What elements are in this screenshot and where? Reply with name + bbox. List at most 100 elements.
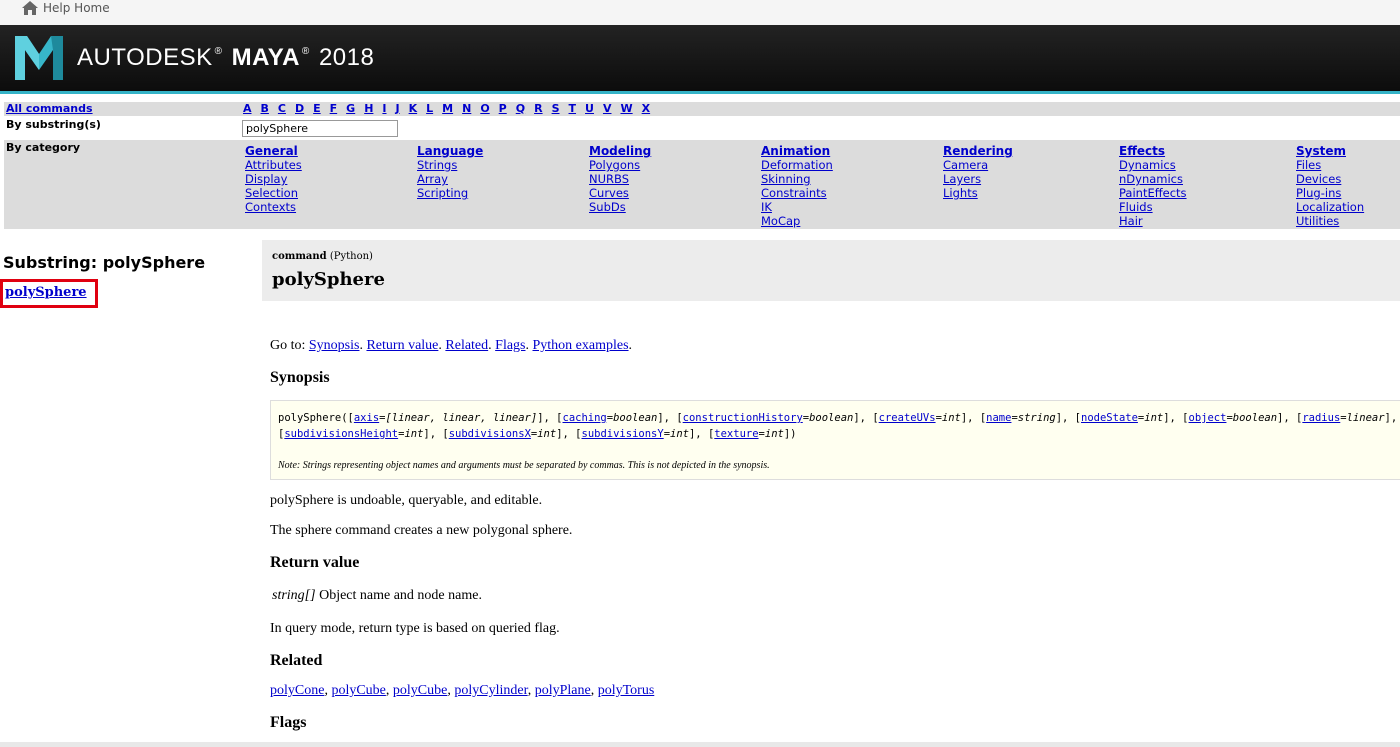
category-link-polygons[interactable]: Polygons xyxy=(589,158,651,172)
flag-link-subdivisionsheight[interactable]: subdivisionsHeight xyxy=(284,428,398,440)
return-value-heading: Return value xyxy=(270,554,360,571)
category-link-strings[interactable]: Strings xyxy=(417,158,483,172)
letter-link-n[interactable]: N xyxy=(462,102,471,115)
goto-link-return-value[interactable]: Return value xyxy=(366,338,438,353)
category-link-painteffects[interactable]: PaintEffects xyxy=(1119,186,1187,200)
flag-link-name[interactable]: name xyxy=(986,412,1011,424)
category-link-array[interactable]: Array xyxy=(417,172,483,186)
query-mode-text: In query mode, return type is based on q… xyxy=(270,621,560,636)
category-link-camera[interactable]: Camera xyxy=(943,158,1013,172)
goto-link-flags[interactable]: Flags xyxy=(495,338,525,353)
letter-link-p[interactable]: P xyxy=(499,102,507,115)
goto-link-synopsis[interactable]: Synopsis xyxy=(309,338,360,353)
flag-type: linear xyxy=(1346,412,1385,424)
flag-type: boolean xyxy=(613,412,658,424)
letter-link-c[interactable]: C xyxy=(278,102,286,115)
letter-link-l[interactable]: L xyxy=(426,102,433,115)
flag-link-object[interactable]: object xyxy=(1189,412,1227,424)
category-link-curves[interactable]: Curves xyxy=(589,186,651,200)
flag-link-axis[interactable]: axis xyxy=(354,412,379,424)
category-head-general[interactable]: General xyxy=(245,144,302,158)
category-link-attributes[interactable]: Attributes xyxy=(245,158,302,172)
home-icon xyxy=(22,1,38,15)
flag-link-nodestate[interactable]: nodeState xyxy=(1081,412,1138,424)
category-link-deformation[interactable]: Deformation xyxy=(761,158,833,172)
related-link-polytorus[interactable]: polyTorus xyxy=(598,683,655,698)
related-link-polycube[interactable]: polyCube xyxy=(393,683,447,698)
category-link-scripting[interactable]: Scripting xyxy=(417,186,483,200)
all-commands-link[interactable]: All commands xyxy=(6,102,93,115)
category-column-animation: Animation Deformation Skinning Constraints I… xyxy=(761,144,833,228)
flag-link-radius[interactable]: radius xyxy=(1302,412,1340,424)
letter-link-m[interactable]: M xyxy=(442,102,453,115)
letter-link-r[interactable]: R xyxy=(534,102,542,115)
category-head-modeling[interactable]: Modeling xyxy=(589,144,651,158)
category-link-dynamics[interactable]: Dynamics xyxy=(1119,158,1187,172)
category-link-localization[interactable]: Localization xyxy=(1296,200,1364,214)
letter-link-a[interactable]: A xyxy=(243,102,252,115)
category-link-contexts[interactable]: Contexts xyxy=(245,200,302,214)
letter-link-j[interactable]: J xyxy=(396,102,400,115)
brand-prefix: AUTODESK xyxy=(77,44,213,71)
category-link-files[interactable]: Files xyxy=(1296,158,1364,172)
registered-mark: ® xyxy=(214,46,223,57)
category-link-ik[interactable]: IK xyxy=(761,200,833,214)
letter-link-g[interactable]: G xyxy=(346,102,355,115)
brand-product: MAYA xyxy=(231,44,300,71)
category-link-nurbs[interactable]: NURBS xyxy=(589,172,651,186)
flag-link-caching[interactable]: caching xyxy=(563,412,607,424)
flag-link-subdivisionsx[interactable]: subdivisionsX xyxy=(449,428,531,440)
letter-link-o[interactable]: O xyxy=(480,102,489,115)
category-head-rendering[interactable]: Rendering xyxy=(943,144,1013,158)
letter-link-h[interactable]: H xyxy=(364,102,373,115)
category-head-language[interactable]: Language xyxy=(417,144,483,158)
category-link-constraints[interactable]: Constraints xyxy=(761,186,833,200)
letter-link-v[interactable]: V xyxy=(603,102,612,115)
category-link-fluids[interactable]: Fluids xyxy=(1119,200,1187,214)
flag-link-constructionhistory[interactable]: constructionHistory xyxy=(683,412,803,424)
letter-link-q[interactable]: Q xyxy=(516,102,525,115)
letter-link-t[interactable]: T xyxy=(569,102,577,115)
flag-link-subdivisionsy[interactable]: subdivisionsY xyxy=(582,428,664,440)
related-link-polycylinder[interactable]: polyCylinder xyxy=(454,683,527,698)
goto-link-python-examples[interactable]: Python examples xyxy=(533,338,629,353)
letter-link-w[interactable]: W xyxy=(620,102,632,115)
category-link-devices[interactable]: Devices xyxy=(1296,172,1364,186)
category-head-system[interactable]: System xyxy=(1296,144,1364,158)
synopsis-text: ], [ xyxy=(1277,412,1303,424)
related-link-polycube[interactable]: polyCube xyxy=(331,683,385,698)
related-link-polycone[interactable]: polyCone xyxy=(270,683,324,698)
category-link-plug-ins[interactable]: Plug-ins xyxy=(1296,186,1364,200)
related-link-polyplane[interactable]: polyPlane xyxy=(535,683,591,698)
letter-link-b[interactable]: B xyxy=(261,102,269,115)
category-link-subds[interactable]: SubDs xyxy=(589,200,651,214)
letter-link-u[interactable]: U xyxy=(585,102,594,115)
substring-input[interactable] xyxy=(242,120,398,137)
letter-link-i[interactable]: I xyxy=(382,102,386,115)
category-link-mocap[interactable]: MoCap xyxy=(761,214,833,228)
category-link-display[interactable]: Display xyxy=(245,172,302,186)
goto-link-related[interactable]: Related xyxy=(445,338,488,353)
result-link-polysphere[interactable]: polySphere xyxy=(5,285,87,300)
category-link-selection[interactable]: Selection xyxy=(245,186,302,200)
letter-link-f[interactable]: F xyxy=(330,102,338,115)
category-link-lights[interactable]: Lights xyxy=(943,186,1013,200)
category-link-hair[interactable]: Hair xyxy=(1119,214,1187,228)
letter-link-x[interactable]: X xyxy=(642,102,650,115)
letter-link-s[interactable]: S xyxy=(552,102,560,115)
synopsis-text: ]) xyxy=(783,428,797,440)
category-link-utilities[interactable]: Utilities xyxy=(1296,214,1364,228)
letter-link-e[interactable]: E xyxy=(313,102,321,115)
letter-link-d[interactable]: D xyxy=(295,102,304,115)
category-link-skinning[interactable]: Skinning xyxy=(761,172,833,186)
related-links: polyCone, polyCube, polyCube, polyCylind… xyxy=(270,683,655,698)
flag-link-texture[interactable]: texture xyxy=(714,428,758,440)
category-link-ndynamics[interactable]: nDynamics xyxy=(1119,172,1187,186)
category-link-layers[interactable]: Layers xyxy=(943,172,1013,186)
category-head-animation[interactable]: Animation xyxy=(761,144,833,158)
category-head-effects[interactable]: Effects xyxy=(1119,144,1187,158)
flag-link-createuvs[interactable]: createUVs xyxy=(879,412,936,424)
help-home-link[interactable]: Help Home xyxy=(22,0,110,16)
alphabet-index: ABCDEFGHIJKLMNOPQRSTUVWX xyxy=(243,102,659,115)
letter-link-k[interactable]: K xyxy=(409,102,418,115)
